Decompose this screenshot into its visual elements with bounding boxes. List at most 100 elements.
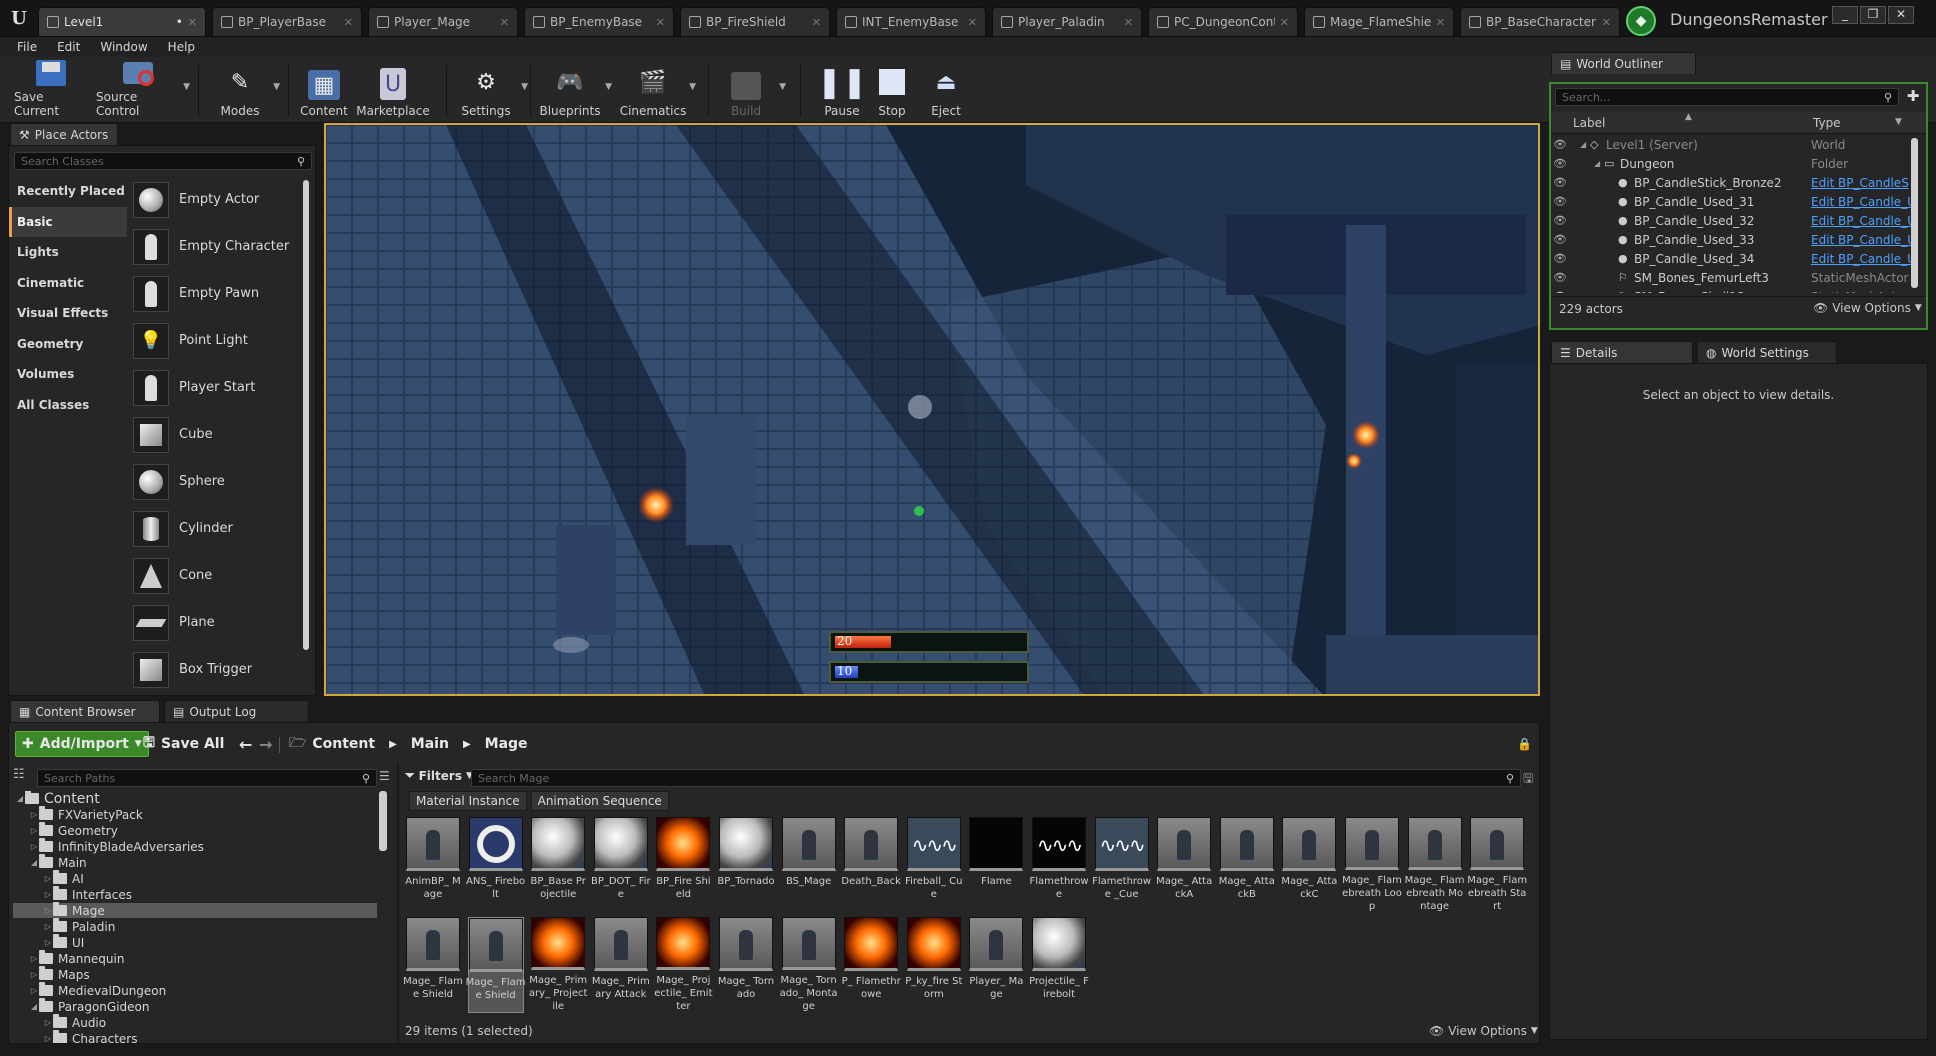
details-tab[interactable]: ☰ Details	[1551, 341, 1693, 363]
expand-arrow-icon[interactable]: ▷	[43, 874, 53, 883]
content-browser-tab[interactable]: ▦ Content Browser	[10, 700, 160, 722]
asset-tile[interactable]: Flame	[968, 817, 1024, 913]
close-tab-icon[interactable]: ✕	[656, 16, 665, 29]
category-visual-effects[interactable]: Visual Effects	[9, 298, 127, 328]
add-import-button[interactable]: ✚ Add/Import ▼	[15, 731, 149, 757]
save-search-icon[interactable]: 🖫	[1523, 769, 1533, 790]
edit-blueprint-link[interactable]: Edit BP_Candle_U	[1811, 233, 1911, 247]
tree-folder-audio[interactable]: ▷ Audio	[43, 1014, 106, 1030]
expand-arrow-icon[interactable]: ▷	[29, 826, 39, 835]
asset-tile[interactable]: BP_Base Projectile	[530, 817, 586, 913]
content-view-options-button[interactable]: 👁 View Options ▼	[1429, 1024, 1538, 1038]
close-tab-icon[interactable]: ✕	[188, 16, 197, 29]
expand-arrow-icon[interactable]: ◢	[1580, 140, 1586, 149]
tree-folder-interfaces[interactable]: ▷ Interfaces	[43, 886, 132, 902]
build-button[interactable]: Build ▼	[716, 60, 786, 120]
asset-tile[interactable]: ∿∿∿ Fireball_ Cue	[905, 817, 962, 913]
close-tab-icon[interactable]: ✕	[968, 16, 977, 29]
asset-tile[interactable]: BP_Tornado	[717, 817, 775, 913]
outliner-row[interactable]: 👁⚐SM_Bones_Skull18StaticMeshActor	[1552, 287, 1912, 294]
menu-file[interactable]: File	[8, 40, 48, 54]
visibility-eye-icon[interactable]: 👁	[1552, 157, 1568, 170]
blueprints-dropdown-icon[interactable]: ▼	[605, 82, 612, 92]
category-cinematic[interactable]: Cinematic	[9, 268, 127, 298]
unreal-logo-icon[interactable]: U	[8, 8, 30, 30]
breadcrumb-main[interactable]: Main	[411, 736, 449, 752]
category-basic[interactable]: Basic	[9, 206, 127, 237]
asset-tile[interactable]: Mage_ Primary Attack	[592, 917, 650, 1013]
menu-window[interactable]: Window	[91, 40, 158, 54]
actor-point-light[interactable]: 💡 Point Light	[133, 317, 303, 364]
outliner-search-input[interactable]: Search... ⚲	[1555, 88, 1899, 106]
asset-tile[interactable]: ANS_ Firebolt	[466, 817, 525, 913]
visibility-eye-icon[interactable]: 👁	[1552, 214, 1568, 227]
tree-folder-ui[interactable]: ▷ UI	[43, 934, 84, 950]
editor-tab[interactable]: INT_EnemyBase ✕	[836, 7, 986, 36]
search-classes-input[interactable]: Search Classes ⚲	[14, 152, 312, 170]
visibility-eye-icon[interactable]: 👁	[1552, 195, 1568, 208]
breadcrumb-mage[interactable]: Mage	[485, 736, 528, 752]
actor-cube[interactable]: Cube	[133, 411, 303, 458]
asset-tile[interactable]: Mage_ AttackB	[1219, 817, 1275, 913]
editor-tab[interactable]: BP_EnemyBase ✕	[524, 7, 674, 36]
asset-tile[interactable]: Mage_ Projectile_ Emitter	[654, 917, 713, 1013]
visibility-eye-icon[interactable]: 👁	[1552, 252, 1568, 265]
breadcrumb-content[interactable]: Content	[312, 736, 375, 752]
tree-options-icon[interactable]: ☰	[379, 769, 390, 783]
expand-arrow-icon[interactable]: ▷	[43, 1018, 53, 1027]
level-viewport[interactable]: 20 10	[324, 123, 1540, 696]
asset-tile[interactable]: ∿∿∿ Flamethrowe	[1030, 817, 1089, 913]
outliner-row[interactable]: 👁 ● BP_Candle_Used_32 Edit BP_Candle_U	[1552, 211, 1912, 230]
expand-arrow-icon[interactable]: ▷	[29, 954, 39, 963]
world-settings-tab[interactable]: ◍ World Settings	[1697, 341, 1837, 363]
close-tab-icon[interactable]: ✕	[812, 16, 821, 29]
filters-button[interactable]: ⏷ Filters ▼	[405, 768, 473, 783]
visibility-eye-icon[interactable]: 👁	[1552, 290, 1568, 293]
save-all-button[interactable]: 🖫 Save All	[143, 731, 224, 757]
stop-button[interactable]: Stop	[866, 60, 918, 120]
place-actors-tab[interactable]: ⚒ Place Actors	[10, 123, 118, 145]
eject-button[interactable]: ⏏ Eject	[918, 60, 974, 120]
visibility-eye-icon[interactable]: 👁	[1552, 271, 1568, 284]
cinematics-dropdown-icon[interactable]: ▼	[689, 82, 696, 92]
sources-toggle-icon[interactable]: ☷	[13, 767, 25, 782]
collapse-arrow-icon[interactable]: ◢	[29, 1002, 39, 1011]
tree-folder-maps[interactable]: ▷ Maps	[29, 966, 90, 982]
outliner-row[interactable]: 👁 ◢ ▭ Dungeon Folder	[1552, 154, 1912, 173]
asset-tile[interactable]: ∿∿∿ Flamethrowe _Cue	[1092, 817, 1151, 913]
close-tab-icon[interactable]: ✕	[1436, 16, 1445, 29]
build-dropdown-icon[interactable]: ▼	[779, 82, 786, 92]
actor-sphere[interactable]: Sphere	[133, 458, 303, 505]
expand-arrow-icon[interactable]: ▷	[43, 922, 53, 931]
asset-tile[interactable]: Mage_ Tornado_ Montage	[780, 917, 838, 1013]
type-column-header[interactable]: Type	[1813, 116, 1841, 130]
tree-folder-paladin[interactable]: ▷ Paladin	[43, 918, 115, 934]
actor-player-start[interactable]: Player Start	[133, 364, 303, 411]
content-button[interactable]: ▦ Content	[296, 60, 352, 120]
tree-folder-content[interactable]: ◢ Content	[15, 791, 100, 807]
source-control-dropdown-icon[interactable]: ▼	[183, 82, 190, 92]
editor-tab[interactable]: Level1 • ✕	[38, 7, 206, 36]
editor-tab[interactable]: Mage_FlameShield✕	[1304, 7, 1454, 36]
editor-tab[interactable]: BP_FireShield ✕	[680, 7, 830, 36]
blueprints-button[interactable]: 🎮 Blueprints ▼	[538, 60, 612, 120]
tree-folder-medievaldungeon[interactable]: ▷ MedievalDungeon	[29, 982, 166, 998]
minimize-button[interactable]: _	[1832, 6, 1858, 24]
editor-tab[interactable]: Player_Paladin ✕	[992, 7, 1142, 36]
history-back-button[interactable]: ←	[239, 731, 252, 757]
tree-folder-main[interactable]: ◢ Main	[29, 854, 87, 870]
add-folder-icon[interactable]: ✚	[1903, 87, 1923, 107]
asset-tile[interactable]: BP_Fire Shield	[655, 817, 711, 913]
actor-empty-pawn[interactable]: Empty Pawn	[133, 270, 303, 317]
settings-dropdown-icon[interactable]: ▼	[521, 82, 528, 92]
asset-tile[interactable]: Mage_ Flame Shield	[403, 917, 463, 1013]
column-options-icon[interactable]: ▼	[1895, 117, 1902, 127]
close-tab-icon[interactable]: ✕	[344, 16, 353, 29]
asset-tile[interactable]: Player_ Mage	[968, 917, 1024, 1013]
asset-tile[interactable]: Mage_ AttackC	[1281, 817, 1337, 913]
asset-tile[interactable]: Mage_ Flamebreath Start	[1467, 817, 1527, 913]
tree-scrollbar[interactable]	[379, 791, 387, 851]
marketplace-button[interactable]: U Marketplace	[356, 60, 430, 120]
edit-blueprint-link[interactable]: Edit BP_Candle_U	[1811, 214, 1911, 228]
close-tab-icon[interactable]: ✕	[1124, 16, 1133, 29]
